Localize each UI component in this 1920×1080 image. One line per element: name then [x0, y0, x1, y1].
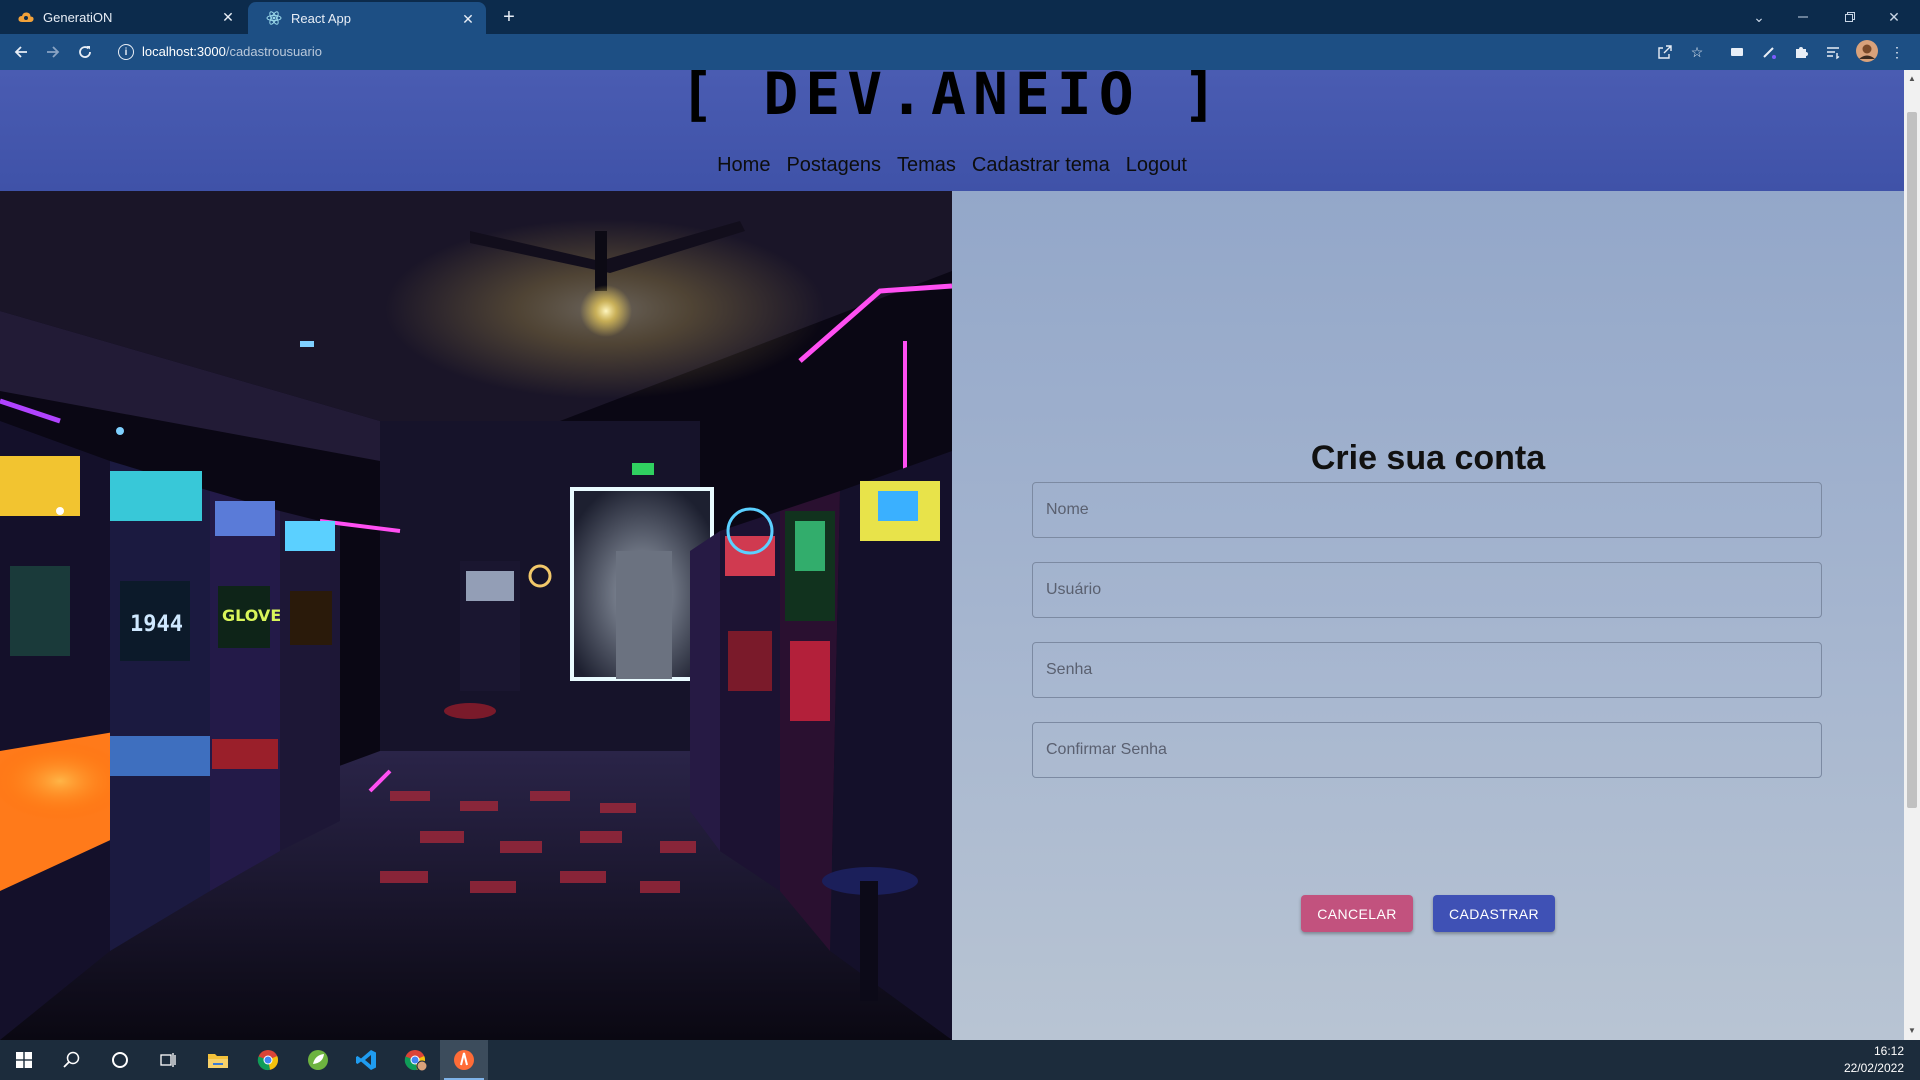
bookmark-star-icon[interactable]: ☆ — [1688, 43, 1706, 61]
profile-avatar-icon[interactable] — [1856, 40, 1878, 62]
address-bar[interactable]: i localhost:3000/cadastrousuario — [110, 38, 1680, 66]
form-title: Crie sua conta — [1310, 439, 1546, 477]
nav-postagens[interactable]: Postagens — [778, 154, 889, 177]
file-explorer-icon[interactable] — [194, 1040, 242, 1080]
react-icon — [266, 10, 282, 26]
chrome-menu-icon[interactable]: ⋮ — [1888, 43, 1906, 61]
url-text: localhost:3000/cadastrousuario — [142, 44, 322, 59]
puzzle-icon[interactable] — [1792, 43, 1810, 61]
tab-react-app[interactable]: React App ✕ — [248, 2, 486, 34]
vscode-icon[interactable] — [342, 1040, 390, 1080]
postman-icon[interactable] — [440, 1040, 488, 1080]
browser-toolbar: i localhost:3000/cadastrousuario ☆ ⋮ — [0, 34, 1920, 70]
search-icon[interactable] — [48, 1040, 96, 1080]
signup-panel: Crie sua conta CANCELAR CADASTRAR — [952, 191, 1904, 1040]
nav-home[interactable]: Home — [709, 154, 778, 177]
nav-logout[interactable]: Logout — [1118, 154, 1195, 177]
close-window-icon[interactable]: ✕ — [1872, 0, 1916, 34]
main-nav: Home Postagens Temas Cadastrar tema Logo… — [0, 154, 1904, 177]
scroll-down-icon[interactable]: ▼ — [1907, 1026, 1917, 1036]
forward-icon[interactable] — [42, 41, 64, 63]
close-tab-icon[interactable]: ✕ — [218, 7, 238, 27]
windows-taskbar: 16:12 22/02/2022 — [0, 1040, 1920, 1080]
clock-time: 16:12 — [1873, 1044, 1904, 1058]
share-icon[interactable] — [1656, 43, 1674, 61]
reading-list-icon[interactable] — [1824, 43, 1842, 61]
system-clock[interactable]: 16:12 22/02/2022 — [1844, 1043, 1904, 1077]
chrome-profile-icon[interactable] — [392, 1040, 440, 1080]
arcade-room-image: 1944 GLOVE — [0, 191, 952, 1040]
tab-generation[interactable]: GeneratiON ✕ — [0, 0, 246, 34]
cortana-icon[interactable] — [96, 1040, 144, 1080]
name-field[interactable] — [1032, 482, 1822, 538]
close-tab-icon[interactable]: ✕ — [458, 9, 478, 29]
confirm-password-field[interactable] — [1032, 722, 1822, 778]
cancel-button[interactable]: CANCELAR — [1301, 895, 1413, 932]
scrollbar-thumb[interactable] — [1907, 112, 1917, 808]
tab-label: React App — [291, 10, 351, 26]
tab-search-icon[interactable]: ⌄ — [1737, 0, 1781, 34]
back-icon[interactable] — [10, 41, 32, 63]
task-view-icon[interactable] — [144, 1040, 192, 1080]
page-viewport: [ DEV.ANEIO ] Home Postagens Temas Cadas… — [0, 70, 1904, 1040]
cloud-icon — [18, 9, 34, 25]
extension-icon[interactable] — [1728, 43, 1746, 61]
new-tab-icon[interactable]: + — [498, 6, 520, 28]
chrome-icon[interactable] — [244, 1040, 292, 1080]
nav-temas[interactable]: Temas — [889, 154, 964, 177]
nav-cadastrar-tema[interactable]: Cadastrar tema — [964, 154, 1118, 177]
svg-text:GLOVE: GLOVE — [222, 606, 281, 625]
tab-label: GeneratiON — [43, 9, 113, 25]
site-header: [ DEV.ANEIO ] Home Postagens Temas Cadas… — [0, 70, 1904, 191]
browser-tab-strip: GeneratiON ✕ React App ✕ + ⌄ ✕ — [0, 0, 1920, 34]
page-scrollbar[interactable]: ▲ ▼ — [1904, 70, 1920, 1040]
reload-icon[interactable] — [74, 41, 96, 63]
clock-date: 22/02/2022 — [1843, 1061, 1904, 1075]
svg-text:1944: 1944 — [130, 612, 183, 637]
username-field[interactable] — [1032, 562, 1822, 618]
restore-icon[interactable] — [1828, 0, 1872, 34]
extension-pen-icon[interactable] — [1760, 43, 1778, 61]
minimize-icon[interactable] — [1781, 0, 1825, 34]
spring-icon[interactable] — [294, 1040, 342, 1080]
site-logo[interactable]: [ DEV.ANEIO ] — [0, 70, 1904, 128]
scroll-up-icon[interactable]: ▲ — [1907, 74, 1917, 84]
windows-start-icon[interactable] — [0, 1040, 48, 1080]
register-button[interactable]: CADASTRAR — [1433, 895, 1555, 932]
site-info-icon[interactable]: i — [118, 44, 134, 60]
password-field[interactable] — [1032, 642, 1822, 698]
